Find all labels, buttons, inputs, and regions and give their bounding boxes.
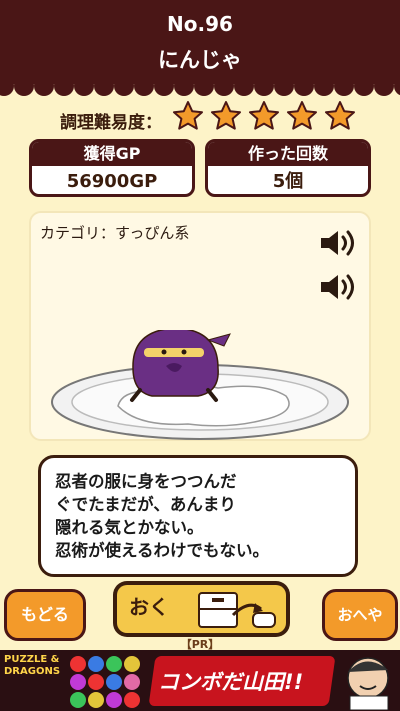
room-label: おへや [337,606,383,624]
count-label: 作った回数 [208,142,368,166]
back-label: もどる [21,605,69,624]
drawer-icon [198,592,276,628]
description-line: 忍者の服に身をつつんだ [55,472,237,491]
star-icon [249,101,279,130]
star-icon [325,101,355,130]
speaker-icon[interactable] [319,228,359,258]
room-button[interactable]: おへや [322,589,398,641]
description-box: 忍者の服に身をつつんだ ぐでたまだが、あんまり 隠れる気とかない。 忍術が使える… [38,455,358,577]
gp-box: 獲得GP 56900GP [29,139,195,197]
recipe-name: にんじゃ [158,48,242,72]
star-icon [287,101,317,130]
difficulty-label: 調理難易度： [60,113,162,133]
ad-game-title: PUZZLE & DRAGONS [4,654,61,677]
star-icon [173,101,203,130]
puzzle-orbs-icon [70,656,140,708]
star-icon [211,101,241,130]
ninja-egg-illustration [51,330,349,440]
back-button[interactable]: もどる [4,589,86,641]
gp-label: 獲得GP [32,142,192,166]
ad-banner[interactable]: PUZZLE & DRAGONS コンボだ山田!! [0,650,400,711]
category-label: カテゴリ：すっぴん系 [40,224,190,242]
place-button[interactable]: おく [113,581,290,637]
gp-value: 56900GP [66,171,158,192]
count-box: 作った回数 5個 [205,139,371,197]
header-scallop [0,84,400,98]
description-line: ぐでたまだが、あんまり [55,495,236,514]
ad-character-icon [347,657,389,710]
description-line: 隠れる気とかない。 [55,518,204,537]
recipe-number: No.96 [167,12,233,36]
speaker-icon[interactable] [319,272,359,302]
place-label: おく [129,595,169,619]
ad-slogan: コンボだ山田!! [158,670,304,694]
description-line: 忍術が使えるわけでもない。 [55,541,270,560]
difficulty-stars [172,100,356,134]
count-value: 5個 [272,171,304,192]
